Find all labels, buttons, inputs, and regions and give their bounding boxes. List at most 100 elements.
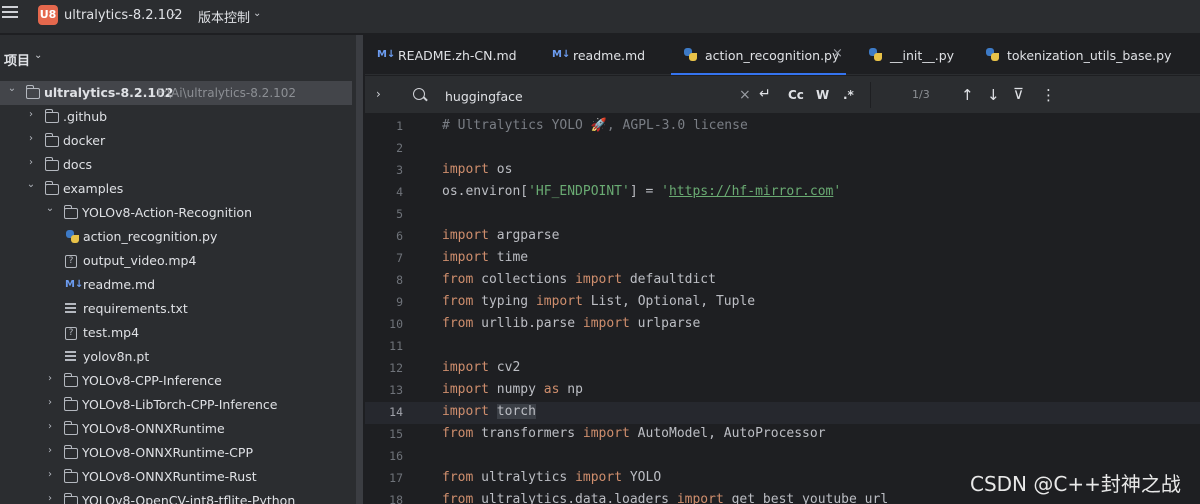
code-line[interactable]: 4 os.environ['HF_ENDPOINT'] = 'https://hf… xyxy=(365,182,1200,204)
code-text: import time xyxy=(442,250,529,265)
editor-tab[interactable]: __init__.py xyxy=(856,35,961,75)
match-count: 1/3 xyxy=(912,88,930,101)
tree-folder[interactable]: ⌄ ultralytics-8.2.102 F:\Ai\ultralytics-8.… xyxy=(0,81,352,105)
tree-folder[interactable]: ⌄ YOLOv8-Action-Recognition xyxy=(0,201,363,225)
code-line[interactable]: 2 xyxy=(365,138,1200,160)
tree-file[interactable]: M↓ readme.md xyxy=(0,273,363,297)
newline-icon[interactable]: ↵ xyxy=(759,86,771,102)
chevron-down-icon[interactable]: ⌄ xyxy=(44,203,56,214)
tab-label: tokenization_utils_base.py xyxy=(1007,48,1172,63)
regex-button[interactable]: .* xyxy=(843,88,854,102)
tree-folder[interactable]: ⌄ examples xyxy=(0,177,363,201)
unknown-file-icon: ? xyxy=(65,327,77,340)
code-line[interactable]: 5 xyxy=(365,204,1200,226)
tree-file[interactable]: requirements.txt xyxy=(0,297,363,321)
chevron-right-icon[interactable]: › xyxy=(44,397,56,408)
line-number: 7 xyxy=(396,251,403,265)
editor-tab[interactable]: tokenization_utils_base.py xyxy=(973,35,1173,75)
scrollbar[interactable] xyxy=(356,35,363,504)
panel-title[interactable]: 项目 xyxy=(4,50,30,69)
next-match-icon[interactable]: ↓ xyxy=(987,86,1000,104)
line-number: 9 xyxy=(396,295,403,309)
folder-icon xyxy=(64,469,78,483)
tree-file[interactable]: action_recognition.py xyxy=(0,225,363,249)
code-area[interactable]: 1 # Ultralytics YOLO 🚀, AGPL-3.0 license 2… xyxy=(365,114,1200,504)
code-line[interactable]: 1 # Ultralytics YOLO 🚀, AGPL-3.0 license xyxy=(365,116,1200,138)
tree-folder[interactable]: › YOLOv8-LibTorch-CPP-Inference xyxy=(0,393,363,417)
tree-file[interactable]: yolov8n.pt xyxy=(0,345,363,369)
main-menu-icon[interactable] xyxy=(2,6,18,22)
markdown-file-icon: M↓ xyxy=(377,49,396,60)
editor-tab[interactable]: M↓ readme.md xyxy=(540,35,660,75)
filter-icon[interactable]: ⊽ xyxy=(1013,85,1024,103)
line-number: 5 xyxy=(396,207,403,221)
tree-folder[interactable]: › docker xyxy=(0,129,363,153)
markdown-file-icon: M↓ xyxy=(552,49,571,60)
code-line[interactable]: 12 import cv2 xyxy=(365,358,1200,380)
tree-file[interactable]: ? test.mp4 xyxy=(0,321,363,345)
match-case-button[interactable]: Cc xyxy=(788,88,804,102)
whole-word-button[interactable]: W xyxy=(816,88,829,102)
chevron-right-icon[interactable]: › xyxy=(44,373,56,384)
tree-item-label: YOLOv8-Action-Recognition xyxy=(82,205,253,220)
tree-folder[interactable]: › YOLOv8-ONNXRuntime-Rust xyxy=(0,465,363,489)
more-options-icon[interactable]: ⋮ xyxy=(1041,86,1056,104)
tree-folder[interactable]: › .github xyxy=(0,105,363,129)
project-badge[interactable]: U8 xyxy=(38,5,58,25)
search-icon[interactable] xyxy=(413,88,425,100)
chevron-right-icon[interactable]: › xyxy=(25,109,37,120)
previous-match-icon[interactable]: ↑ xyxy=(961,86,974,104)
code-line[interactable]: 11 xyxy=(365,336,1200,358)
code-line[interactable]: 14 import torch xyxy=(365,402,1200,424)
close-icon[interactable]: × xyxy=(832,46,843,61)
search-input[interactable] xyxy=(445,86,725,106)
line-number: 17 xyxy=(389,471,403,485)
tree-file[interactable]: ? output_video.mp4 xyxy=(0,249,363,273)
folder-icon xyxy=(64,373,78,387)
editor-tab[interactable]: action_recognition.py × xyxy=(671,35,846,75)
code-text: import cv2 xyxy=(442,360,521,375)
tree-item-label: yolov8n.pt xyxy=(83,349,150,364)
chevron-right-icon[interactable]: › xyxy=(25,133,37,144)
project-name[interactable]: ultralytics-8.2.102 xyxy=(64,8,183,23)
code-text: os.environ['HF_ENDPOINT'] = 'https://hf-… xyxy=(442,184,842,199)
code-line[interactable]: 15 from transformers import AutoModel, Au… xyxy=(365,424,1200,446)
code-line[interactable]: 16 xyxy=(365,446,1200,468)
clear-icon[interactable]: × xyxy=(739,87,751,103)
chevron-right-icon[interactable]: › xyxy=(44,493,56,504)
line-number: 1 xyxy=(396,119,403,133)
chevron-right-icon[interactable]: › xyxy=(44,445,56,456)
tree-folder[interactable]: › docs xyxy=(0,153,363,177)
tree-item-label: ultralytics-8.2.102 xyxy=(44,85,174,100)
tree-folder[interactable]: › YOLOv8-OpenCV-int8-tflite-Python xyxy=(0,489,363,504)
line-number: 6 xyxy=(396,229,403,243)
expand-replace-icon[interactable]: › xyxy=(376,87,381,101)
watermark: CSDN @C++封神之战 xyxy=(970,472,1181,496)
line-number: 11 xyxy=(389,339,403,353)
find-bar: › × ↵ Cc W .* 1/3 ↑ ↓ ⊽ ⋮ xyxy=(365,76,1200,114)
chevron-down-icon[interactable]: ⌄ xyxy=(169,8,177,19)
line-number: 14 xyxy=(389,405,403,419)
code-line[interactable]: 8 from collections import defaultdict xyxy=(365,270,1200,292)
code-line[interactable]: 3 import os xyxy=(365,160,1200,182)
tree-item-label: YOLOv8-ONNXRuntime xyxy=(82,421,225,436)
chevron-down-icon[interactable]: ⌄ xyxy=(25,179,37,190)
code-line[interactable]: 7 import time xyxy=(365,248,1200,270)
chevron-right-icon[interactable]: › xyxy=(44,421,56,432)
tree-folder[interactable]: › YOLOv8-ONNXRuntime-CPP xyxy=(0,441,363,465)
editor-tab[interactable]: M↓ README.zh-CN.md xyxy=(365,35,525,75)
vcs-menu[interactable]: 版本控制 xyxy=(198,7,250,26)
tree-folder[interactable]: › YOLOv8-CPP-Inference xyxy=(0,369,363,393)
folder-icon xyxy=(64,493,78,504)
chevron-right-icon[interactable]: › xyxy=(25,157,37,168)
code-line[interactable]: 6 import argparse xyxy=(365,226,1200,248)
chevron-down-icon[interactable]: ⌄ xyxy=(253,8,261,19)
code-line[interactable]: 10 from urllib.parse import urlparse xyxy=(365,314,1200,336)
code-line[interactable]: 13 import numpy as np xyxy=(365,380,1200,402)
chevron-down-icon[interactable]: ⌄ xyxy=(34,50,42,61)
line-number: 8 xyxy=(396,273,403,287)
code-line[interactable]: 9 from typing import List, Optional, Tupl… xyxy=(365,292,1200,314)
tree-folder[interactable]: › YOLOv8-ONNXRuntime xyxy=(0,417,363,441)
chevron-down-icon[interactable]: ⌄ xyxy=(6,83,18,94)
chevron-right-icon[interactable]: › xyxy=(44,469,56,480)
